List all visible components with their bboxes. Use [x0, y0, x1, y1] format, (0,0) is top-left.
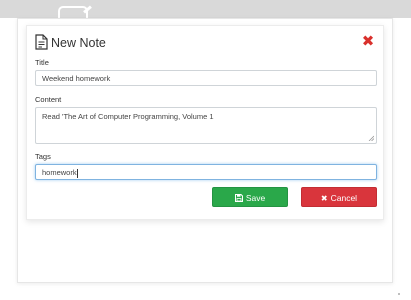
save-button-label: Save: [245, 193, 266, 203]
tags-input-value: homework: [42, 168, 77, 177]
floppy-disk-icon: [234, 194, 243, 202]
cancel-button-label: Cancel: [330, 193, 358, 203]
cancel-button[interactable]: ✖ Cancel: [301, 187, 377, 207]
title-input[interactable]: Weekend homework: [35, 70, 377, 86]
edge-marker: [398, 293, 400, 295]
modal-title: New Note: [51, 36, 106, 50]
content-textarea-value: Read 'The Art of Computer Programming, V…: [42, 112, 214, 121]
close-icon[interactable]: ✖: [361, 34, 375, 49]
document-edit-icon: [35, 34, 48, 50]
title-input-value: Weekend homework: [42, 74, 111, 83]
resize-grip-icon[interactable]: [368, 135, 374, 141]
new-note-modal: New Note ✖ Title Weekend homework Conten…: [26, 25, 384, 220]
tags-label: Tags: [35, 152, 51, 161]
text-caret: [76, 168, 78, 178]
modal-header: New Note ✖: [35, 34, 377, 52]
content-label: Content: [35, 95, 62, 104]
tags-input[interactable]: homework: [35, 164, 377, 180]
save-button[interactable]: Save: [212, 187, 288, 207]
content-textarea[interactable]: Read 'The Art of Computer Programming, V…: [35, 107, 377, 144]
close-icon: ✖: [320, 194, 328, 203]
title-label: Title: [35, 58, 49, 67]
